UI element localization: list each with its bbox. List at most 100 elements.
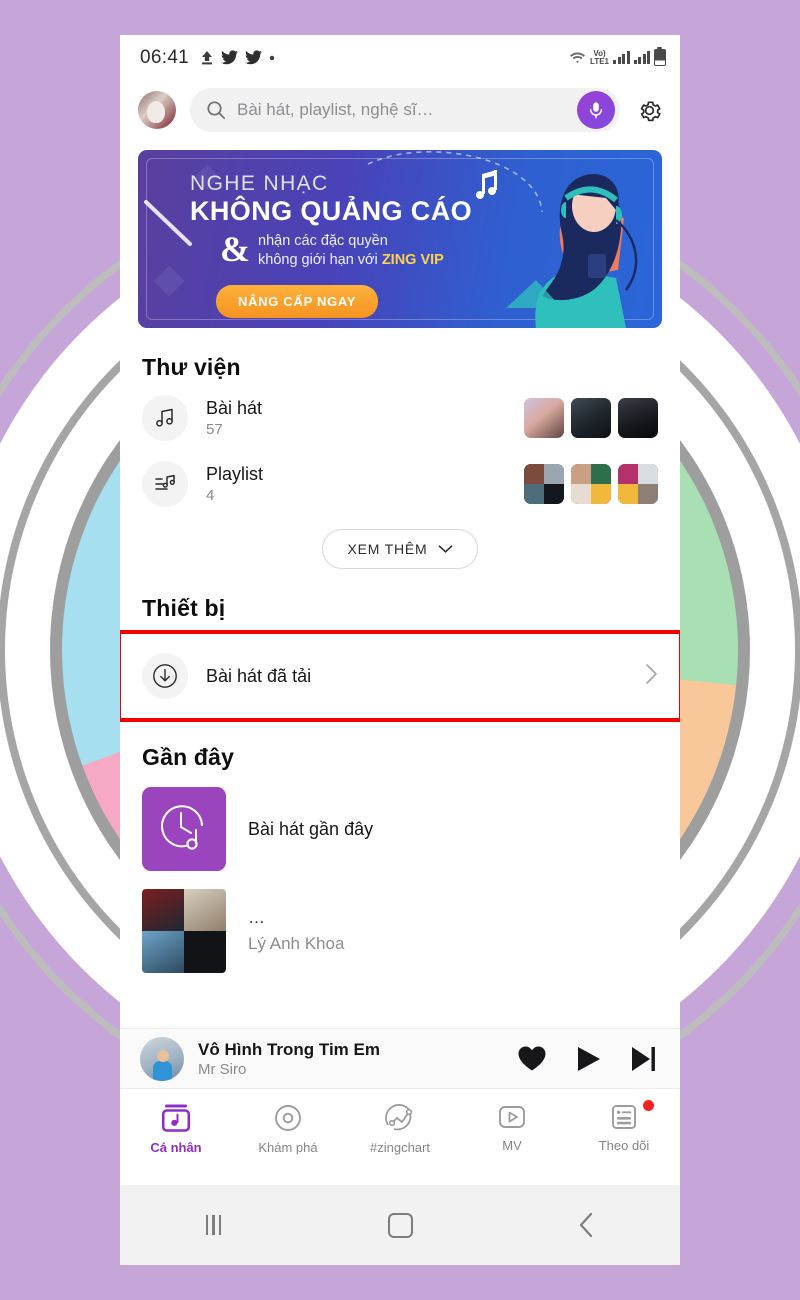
recent-row-recent-songs[interactable]: Bài hát gần đây bbox=[120, 775, 680, 883]
downloaded-songs-highlight: Bài hát đã tải bbox=[120, 630, 680, 722]
search-icon bbox=[207, 101, 226, 120]
downloaded-songs-row[interactable]: Bài hát đã tải bbox=[120, 634, 680, 718]
twitter-icon bbox=[245, 50, 263, 65]
banner-illustration bbox=[476, 170, 638, 328]
recent-row-artist[interactable]: … Lý Anh Khoa bbox=[120, 883, 680, 985]
banner-subtext-line2: không giới hạn với ZING VIP bbox=[258, 252, 444, 268]
nav-label-zingchart: #zingchart bbox=[370, 1140, 430, 1155]
download-icon-wrap bbox=[142, 653, 188, 699]
library-playlist-text: Playlist 4 bbox=[206, 463, 263, 506]
library-songs-count: 57 bbox=[206, 420, 223, 438]
music-note-icon bbox=[156, 408, 173, 427]
settings-button[interactable] bbox=[634, 97, 664, 124]
signal-icon bbox=[613, 51, 630, 64]
recent-clock-music-icon bbox=[161, 805, 203, 850]
album-grid-icon bbox=[142, 889, 226, 973]
zing-vip-banner[interactable]: NGHE NHẠC KHÔNG QUẢNG CÁO & nhận các đặc… bbox=[138, 150, 662, 328]
battery-icon bbox=[654, 46, 666, 66]
status-left-icons bbox=[200, 50, 275, 65]
notification-badge bbox=[643, 1100, 654, 1111]
recent-section-title: Gần đây bbox=[142, 744, 235, 770]
nav-label-following: Theo dõi bbox=[598, 1138, 650, 1153]
chevron-right-icon bbox=[646, 663, 657, 684]
twitter-icon bbox=[221, 50, 239, 65]
recent-clock-music-icon-wrap bbox=[142, 787, 226, 871]
recent-songs-label: Bài hát gần đây bbox=[248, 818, 374, 839]
header-bar: Bài hát, playlist, nghệ sĩ… bbox=[120, 80, 680, 144]
back-icon bbox=[579, 1212, 592, 1238]
library-row-songs[interactable]: Bài hát 57 bbox=[120, 385, 680, 451]
avatar[interactable] bbox=[138, 91, 176, 129]
banner-subtext: nhận các đặc quyền không giới hạn với ZI… bbox=[258, 232, 444, 270]
mini-player[interactable]: Vô Hình Trong Tim Em Mr Siro bbox=[120, 1028, 680, 1088]
library-songs-text: Bài hát 57 bbox=[206, 397, 262, 440]
search-input[interactable]: Bài hát, playlist, nghệ sĩ… bbox=[190, 88, 620, 132]
download-circle-icon bbox=[153, 664, 177, 688]
music-note-icon-wrap bbox=[142, 395, 188, 441]
volte-icon: Vo) LTE1 bbox=[590, 48, 609, 66]
see-more-button[interactable]: XEM THÊM bbox=[322, 529, 478, 569]
player-artist: Mr Siro bbox=[198, 1060, 247, 1078]
recent-artist-title: … bbox=[248, 907, 267, 927]
player-controls bbox=[517, 1045, 660, 1073]
next-icon[interactable] bbox=[630, 1045, 656, 1073]
status-bar: 06:41 Vo) LTE1 bbox=[120, 35, 680, 80]
personal-icon bbox=[161, 1104, 191, 1132]
nav-label-personal: Cá nhân bbox=[150, 1140, 202, 1155]
banner-cta-button[interactable]: NÂNG CẤP NGAY bbox=[216, 285, 379, 318]
nav-item-following[interactable]: Theo dõi bbox=[568, 1100, 680, 1153]
recents-icon bbox=[205, 1215, 222, 1235]
library-section-title: Thư viện bbox=[142, 354, 241, 380]
playlist-thumbnail bbox=[524, 464, 564, 504]
playlist-thumbnail bbox=[571, 464, 611, 504]
home-icon bbox=[387, 1212, 413, 1238]
wifi-icon bbox=[570, 52, 585, 63]
microphone-button[interactable] bbox=[577, 91, 615, 129]
upload-icon bbox=[202, 51, 213, 65]
mv-icon bbox=[499, 1106, 525, 1128]
album-thumbnail bbox=[571, 398, 611, 438]
banner-subtext-line1: nhận các đặc quyền bbox=[258, 233, 388, 249]
player-song-title: Vô Hình Trong Tim Em bbox=[198, 1039, 380, 1059]
nav-label-discover: Khám phá bbox=[258, 1140, 318, 1155]
banner-line1: NGHE NHẠC bbox=[190, 172, 329, 195]
banner-brand: ZING VIP bbox=[381, 252, 444, 268]
library-playlist-thumbnails bbox=[524, 464, 658, 504]
playlist-icon bbox=[155, 474, 175, 490]
nav-item-discover[interactable]: Khám phá bbox=[232, 1103, 344, 1155]
see-more-wrap: XEM THÊM bbox=[120, 529, 680, 569]
downloaded-songs-chevron[interactable] bbox=[645, 663, 658, 690]
see-more-label: XEM THÊM bbox=[347, 541, 428, 557]
bottom-navigation: Cá nhân Khám phá #zingchart MV Theo dõi bbox=[120, 1088, 680, 1185]
recent-artist-name: Lý Anh Khoa bbox=[248, 933, 345, 953]
banner-line2: KHÔNG QUẢNG CÁO bbox=[190, 196, 472, 226]
nav-item-personal[interactable]: Cá nhân bbox=[120, 1103, 232, 1155]
android-navigation-bar bbox=[120, 1185, 680, 1265]
android-home-button[interactable] bbox=[307, 1212, 494, 1238]
heart-icon[interactable] bbox=[517, 1045, 547, 1072]
microphone-icon bbox=[589, 102, 603, 119]
status-right-icons: Vo) LTE1 bbox=[569, 46, 666, 66]
following-icon bbox=[612, 1105, 636, 1129]
play-icon[interactable] bbox=[575, 1045, 602, 1073]
dot-icon bbox=[269, 55, 275, 60]
gear-icon bbox=[640, 100, 661, 121]
downloaded-songs-label: Bài hát đã tải bbox=[206, 665, 312, 686]
library-playlist-count: 4 bbox=[206, 486, 215, 504]
banner-ampersand: & bbox=[220, 229, 250, 269]
playlist-thumbnail bbox=[618, 464, 658, 504]
signal-icon bbox=[633, 51, 650, 64]
nav-item-mv[interactable]: MV bbox=[456, 1103, 568, 1153]
player-cover bbox=[140, 1036, 184, 1081]
device-section-title: Thiết bị bbox=[142, 595, 226, 621]
library-playlist-label: Playlist bbox=[206, 463, 264, 484]
nav-label-mv: MV bbox=[502, 1138, 522, 1153]
library-row-playlist[interactable]: Playlist 4 bbox=[120, 451, 680, 517]
chevron-down-icon bbox=[438, 545, 452, 553]
android-back-button[interactable] bbox=[493, 1212, 680, 1238]
search-placeholder-text: Bài hát, playlist, nghệ sĩ… bbox=[237, 100, 434, 119]
nav-item-zingchart[interactable]: #zingchart bbox=[344, 1103, 456, 1155]
playlist-icon-wrap bbox=[142, 461, 188, 507]
library-songs-label: Bài hát bbox=[206, 397, 263, 418]
android-recents-button[interactable] bbox=[120, 1215, 307, 1235]
